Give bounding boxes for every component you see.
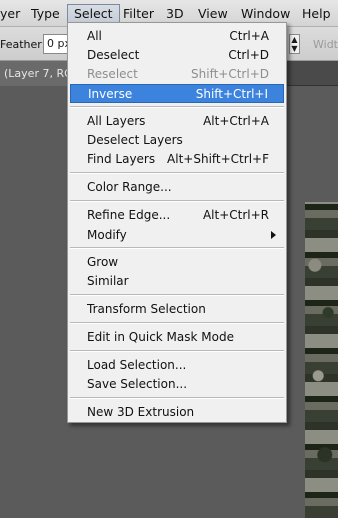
menu-item-modify[interactable]: Modify [70, 226, 284, 245]
menu-item-grow[interactable]: Grow [70, 253, 284, 272]
menu-separator [70, 172, 284, 174]
menu-item-similar[interactable]: Similar [70, 272, 284, 291]
menu-item-refine-edge[interactable]: Refine Edge... Alt+Ctrl+R [70, 206, 284, 225]
menu-3d[interactable]: 3D [166, 5, 184, 23]
menu-separator [70, 322, 284, 324]
select-menu: All Ctrl+A Deselect Ctrl+D Reselect Shif… [67, 22, 287, 423]
menu-type[interactable]: Type [31, 5, 60, 23]
menu-view[interactable]: View [198, 5, 228, 23]
menu-separator [70, 106, 284, 108]
menu-item-quick-mask[interactable]: Edit in Quick Mask Mode [70, 328, 284, 347]
menu-item-deselect[interactable]: Deselect Ctrl+D [70, 46, 284, 65]
menu-item-all-layers[interactable]: All Layers Alt+Ctrl+A [70, 112, 284, 131]
menu-item-deselect-layers[interactable]: Deselect Layers [70, 131, 284, 150]
width-label: Width [313, 38, 338, 51]
menu-item-color-range[interactable]: Color Range... [70, 178, 284, 197]
menu-item-load-selection[interactable]: Load Selection... [70, 356, 284, 375]
menu-item-transform-selection[interactable]: Transform Selection [70, 300, 284, 319]
menu-layer[interactable]: yer [0, 5, 20, 23]
menu-help[interactable]: Help [302, 5, 331, 23]
style-dropdown-stepper[interactable]: ▲ ▼ [289, 34, 300, 54]
menu-item-find-layers[interactable]: Find Layers Alt+Shift+Ctrl+F [70, 150, 284, 169]
feather-label: Feather: [0, 38, 46, 51]
submenu-arrow-icon [271, 231, 276, 239]
menu-item-save-selection[interactable]: Save Selection... [70, 375, 284, 394]
menu-item-all[interactable]: All Ctrl+A [70, 27, 284, 46]
menu-window[interactable]: Window [241, 5, 290, 23]
menu-separator [70, 350, 284, 352]
menu-separator [70, 247, 284, 249]
menu-separator [70, 294, 284, 296]
menu-separator [70, 397, 284, 399]
stone-wall-image [305, 202, 338, 518]
menu-item-reselect: Reselect Shift+Ctrl+D [87, 67, 269, 81]
menu-separator [70, 200, 284, 202]
menu-item-inverse[interactable]: Inverse Shift+Ctrl+I [70, 84, 284, 103]
menu-item-new-3d-extrusion[interactable]: New 3D Extrusion [70, 403, 284, 422]
menu-filter[interactable]: Filter [123, 5, 154, 23]
menu-select[interactable]: Select [67, 4, 120, 24]
